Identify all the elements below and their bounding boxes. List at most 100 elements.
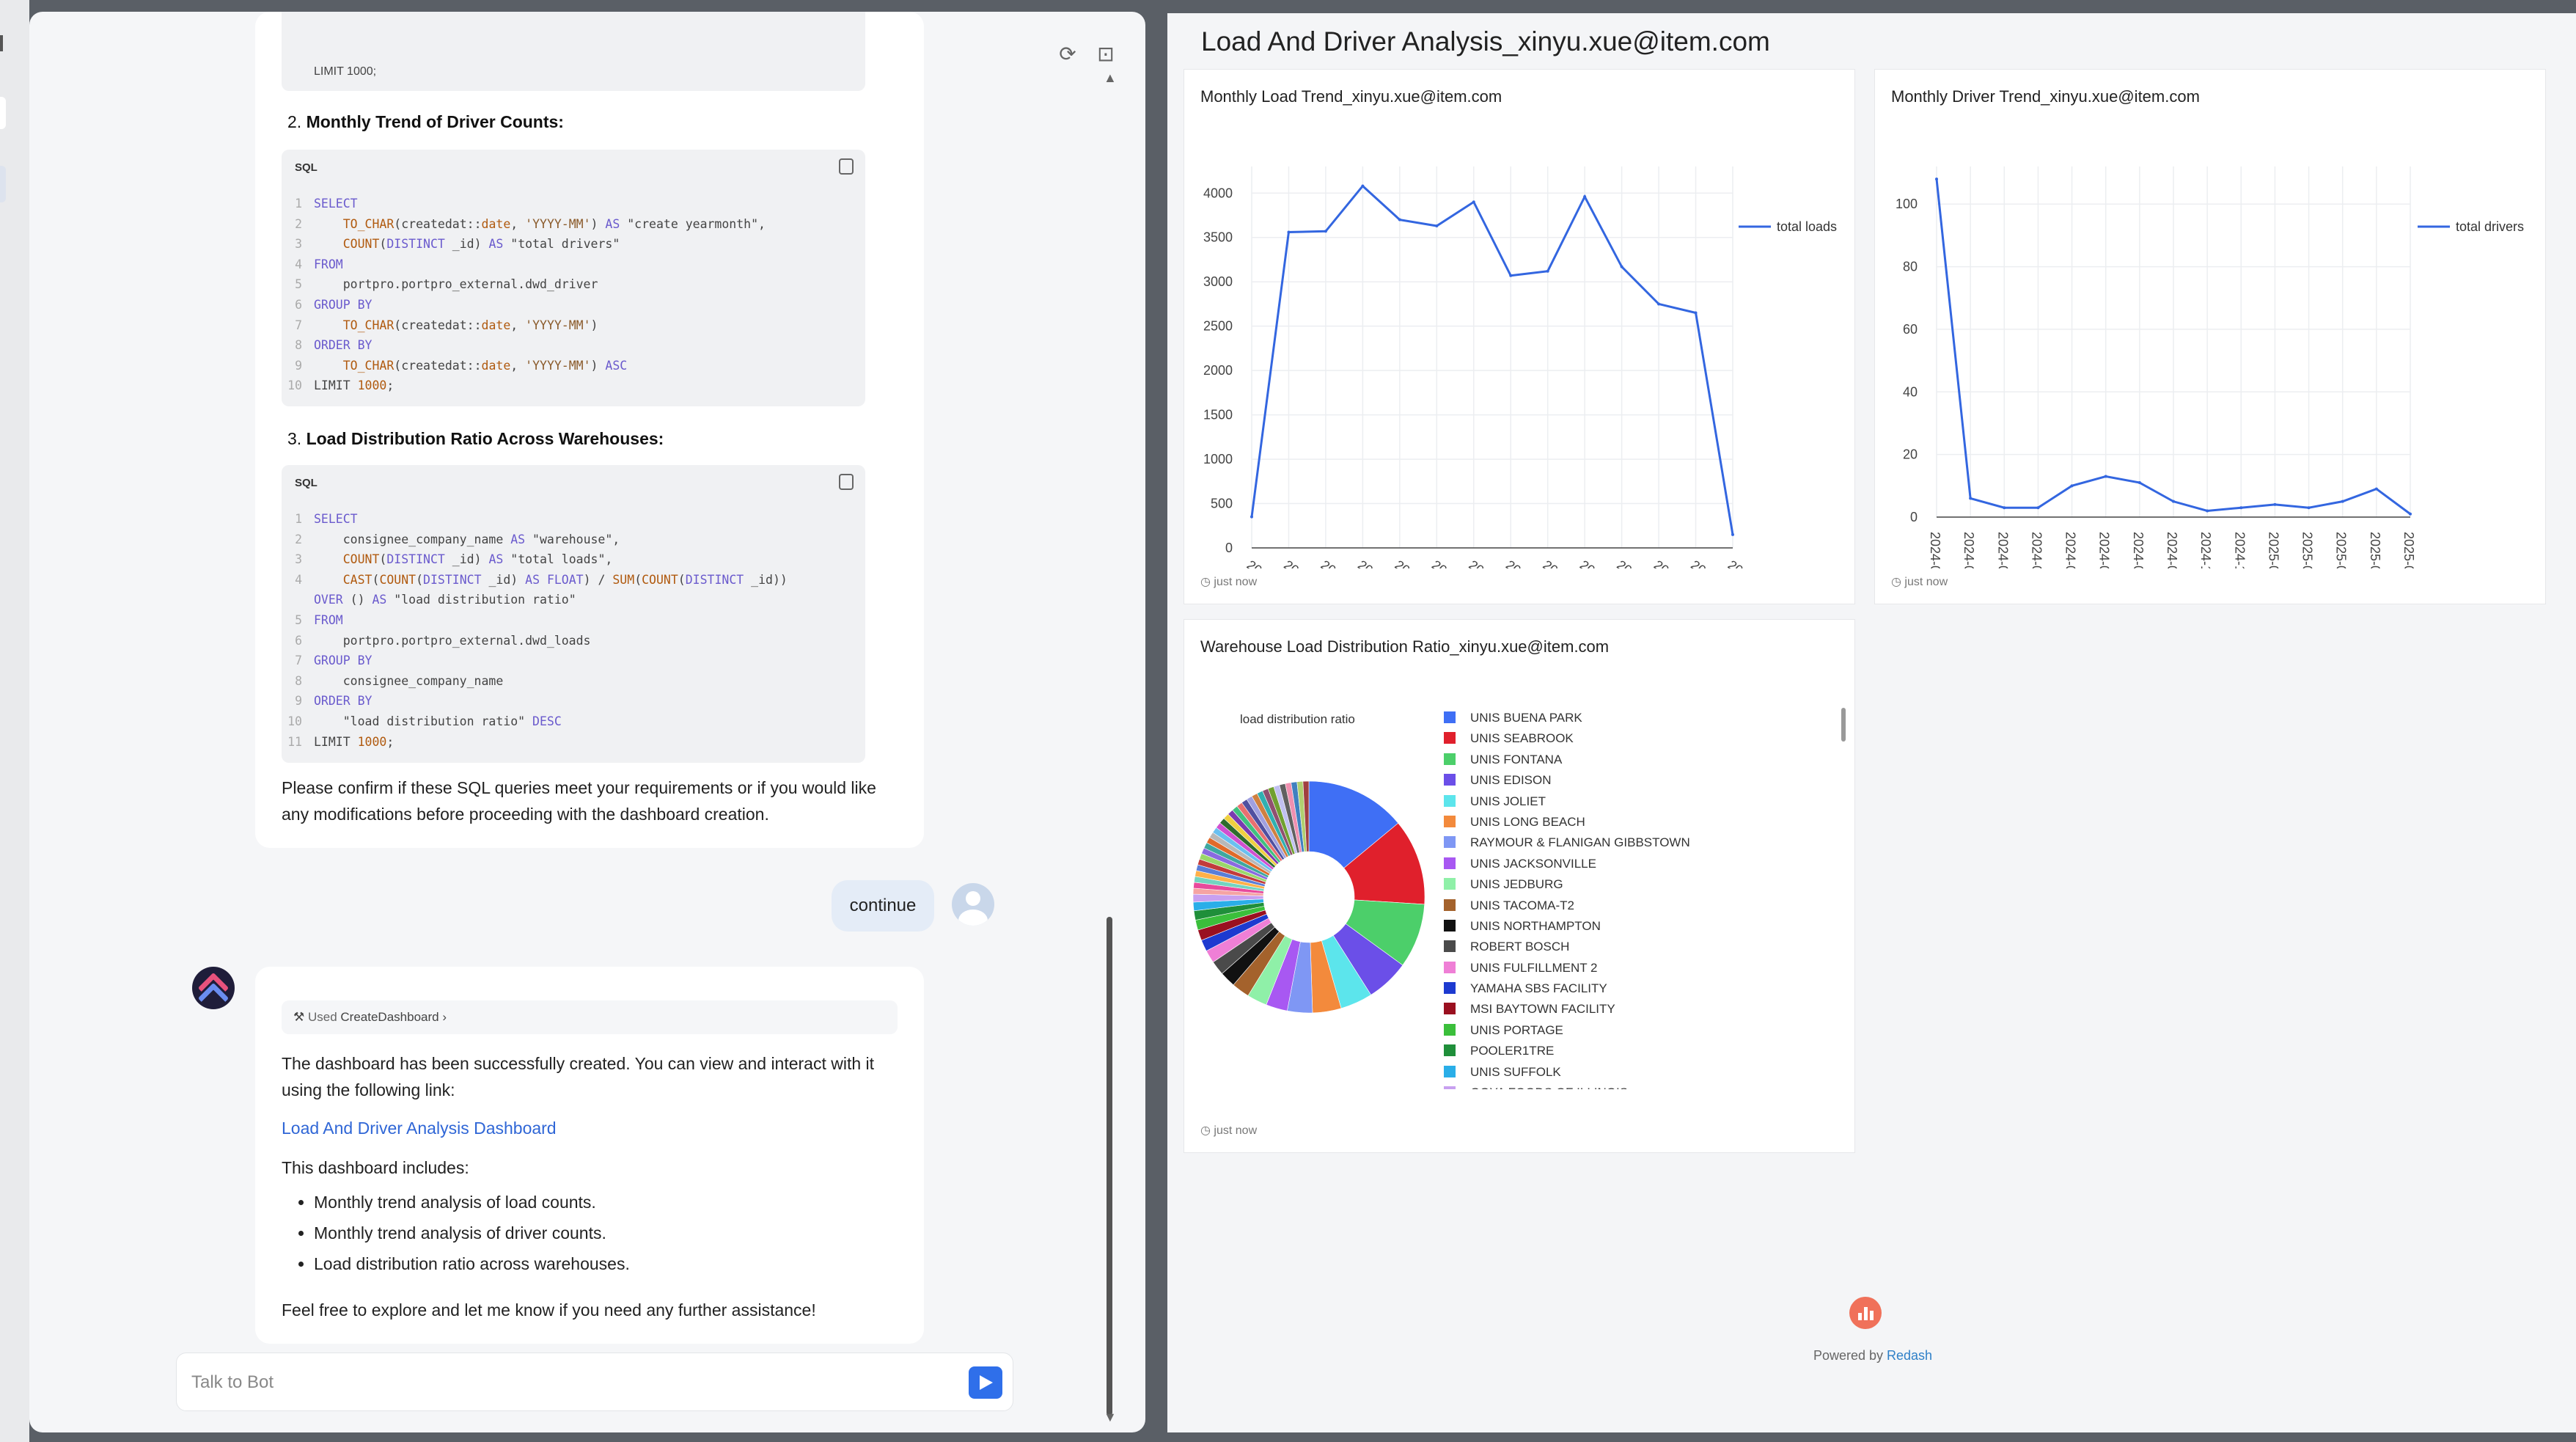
code-line: 5 portpro.portpro_external.dwd_driver — [282, 274, 865, 295]
copy-icon[interactable] — [839, 474, 854, 490]
confirm-text: Please confirm if these SQL queries meet… — [282, 778, 876, 824]
legend-item[interactable]: MSI BAYTOWN FACILITY — [1444, 999, 1825, 1020]
legend-item[interactable]: RAYMOUR & FLANIGAN GIBBSTOWN — [1444, 832, 1825, 853]
legend-label: UNIS EDISON — [1470, 773, 1552, 788]
legend-swatch — [1444, 794, 1456, 807]
legend-label[interactable]: total drivers — [2456, 219, 2524, 234]
code-line: 9 TO_CHAR(createdat::date, 'YYYY-MM') AS… — [282, 356, 865, 376]
legend-item[interactable]: UNIS JACKSONVILLE — [1444, 854, 1825, 874]
data-point[interactable] — [2036, 506, 2040, 510]
data-point[interactable] — [1731, 532, 1734, 536]
legend-label: YAMAHA SBS FACILITY — [1470, 981, 1607, 996]
x-tick-label: 2025-01 — [2266, 532, 2280, 568]
x-tick-label: 2025-02 — [2300, 532, 2315, 568]
data-point[interactable] — [1398, 218, 1401, 222]
code-lines: 1 SELECT 2 TO_CHAR(createdat::date, 'YYYY-… — [282, 194, 865, 396]
legend-item[interactable]: UNIS BUENA PARK — [1444, 708, 1825, 728]
list-item: Load distribution ratio across warehouse… — [314, 1248, 630, 1279]
legend-item[interactable]: UNIS EDISON — [1444, 770, 1825, 791]
legend-item[interactable]: UNIS FONTANA — [1444, 750, 1825, 770]
data-point[interactable] — [2273, 502, 2277, 506]
y-tick-label: 1500 — [1203, 408, 1233, 422]
bookmark-icon[interactable]: ⊡ — [1093, 41, 1119, 67]
data-point[interactable] — [2206, 509, 2209, 513]
powered-prefix: Powered by — [1813, 1348, 1883, 1363]
x-tick-label: 2024-08 — [2131, 532, 2146, 568]
list-item: Monthly trend analysis of load counts. — [314, 1187, 630, 1218]
x-tick-label: 2024-03 — [1962, 532, 1976, 568]
legend-item[interactable]: UNIS SUFFOLK — [1444, 1062, 1825, 1083]
data-point[interactable] — [1935, 177, 1938, 181]
scroll-up-arrow[interactable]: ▲ — [1104, 70, 1117, 86]
data-point[interactable] — [1509, 274, 1513, 277]
data-point[interactable] — [2003, 506, 2006, 510]
dashboard-link[interactable]: Load And Driver Analysis Dashboard — [282, 1115, 898, 1141]
data-point[interactable] — [2409, 512, 2412, 516]
data-point[interactable] — [1435, 224, 1439, 228]
data-point[interactable] — [2104, 475, 2107, 478]
scrollbar-thumb[interactable] — [1107, 917, 1112, 1416]
line-number: 3 — [295, 552, 302, 567]
pie-legend[interactable]: UNIS BUENA PARK UNIS SEABROOK UNIS FONTANA… — [1444, 708, 1825, 1089]
line-number: 8 — [295, 673, 302, 688]
legend-item[interactable]: UNIS JOLIET — [1444, 791, 1825, 812]
data-point[interactable] — [1657, 302, 1661, 306]
line-number: 5 — [295, 277, 302, 292]
legend-item[interactable]: GOYA FOODS OF ILLINOIS — [1444, 1083, 1825, 1089]
legend-swatch — [1444, 836, 1456, 849]
data-point[interactable] — [2172, 499, 2175, 503]
legend-item[interactable]: UNIS LONG BEACH — [1444, 812, 1825, 832]
data-point[interactable] — [1969, 497, 1973, 500]
legend-scrollbar[interactable] — [1841, 708, 1846, 742]
legend-label[interactable]: total loads — [1777, 219, 1837, 234]
line-number: 10 — [287, 378, 302, 393]
send-button[interactable] — [969, 1366, 1002, 1399]
legend-item[interactable]: UNIS FULFILLMENT 2 — [1444, 958, 1825, 978]
chat-input[interactable]: Talk to Bot — [176, 1353, 1013, 1411]
sidebar-tab[interactable] — [0, 97, 6, 129]
legend-swatch — [1444, 898, 1456, 911]
line-number: 5 — [295, 612, 302, 627]
data-point[interactable] — [2239, 506, 2243, 510]
tool-used-prefix: Used — [307, 1010, 337, 1024]
copy-icon[interactable] — [839, 158, 854, 175]
data-point[interactable] — [1287, 230, 1291, 234]
legend-item[interactable]: UNIS SEABROOK — [1444, 728, 1825, 749]
data-point[interactable] — [2070, 484, 2074, 488]
section-title: Load Distribution Ratio Across Warehouse… — [306, 429, 664, 448]
legend-label: UNIS TACOMA-T2 — [1470, 898, 1574, 912]
driver-trend-widget: Monthly Driver Trend_xinyu.xue@item.com … — [1874, 69, 2546, 604]
legend-item[interactable]: UNIS JEDBURG — [1444, 874, 1825, 895]
legend-item[interactable]: UNIS NORTHAMPTON — [1444, 916, 1825, 937]
tool-used-chip[interactable]: ⚒ Used CreateDashboard › — [282, 1000, 898, 1034]
refresh-icon[interactable]: ⟳ — [1054, 41, 1081, 67]
data-point[interactable] — [1324, 230, 1327, 233]
x-tick-label: 2024-11 — [2232, 532, 2247, 568]
legend-item[interactable]: UNIS PORTAGE — [1444, 1020, 1825, 1041]
legend-swatch — [1444, 961, 1456, 973]
legend-item[interactable]: ROBERT BOSCH — [1444, 937, 1825, 957]
scroll-down-arrow[interactable]: ▼ — [1104, 1410, 1117, 1425]
data-point[interactable] — [1620, 265, 1623, 268]
data-point[interactable] — [1583, 195, 1587, 199]
app-sidebar-edge — [0, 0, 29, 1442]
code-line: 11 LIMIT 1000; — [282, 732, 865, 753]
data-point[interactable] — [2374, 487, 2378, 491]
data-point[interactable] — [1250, 515, 1253, 519]
data-point[interactable] — [1361, 184, 1365, 188]
x-tick-label: 2024-05 — [2029, 532, 2044, 568]
sidebar-tab-active[interactable] — [0, 166, 6, 202]
driver-trend-chart: 0 20 40 60 80 100 2024-02 2024-03 2024-04 2024-05… — [1896, 166, 2524, 568]
redash-link[interactable]: Redash — [1887, 1348, 1932, 1363]
y-tick-label: 3500 — [1203, 230, 1233, 245]
data-point[interactable] — [2138, 481, 2141, 485]
legend-item[interactable]: POOLER1TRE — [1444, 1041, 1825, 1061]
data-point[interactable] — [1694, 311, 1698, 315]
data-point[interactable] — [1546, 269, 1549, 273]
legend-item[interactable]: UNIS TACOMA-T2 — [1444, 896, 1825, 916]
x-tick-label: 2025-04 — [2368, 532, 2382, 568]
data-point[interactable] — [1472, 200, 1475, 204]
legend-item[interactable]: YAMAHA SBS FACILITY — [1444, 978, 1825, 999]
data-point[interactable] — [2341, 499, 2344, 503]
data-point[interactable] — [2307, 506, 2311, 510]
